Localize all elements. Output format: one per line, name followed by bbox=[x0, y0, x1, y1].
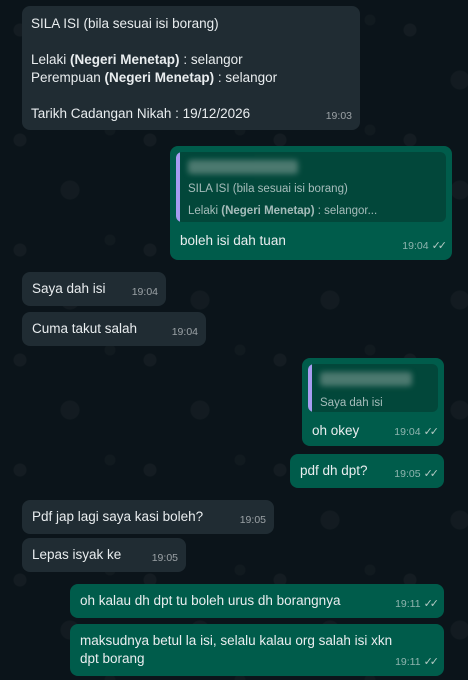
quoted-message[interactable]: Saya dah isi bbox=[308, 364, 438, 412]
message-time: 19:05 bbox=[151, 552, 178, 564]
message-time: 19:05 ✓✓ bbox=[394, 468, 440, 480]
message-time: 19:04 bbox=[131, 286, 158, 298]
message-text: Lelaki (Negeri Menetap) : selangor bbox=[31, 52, 243, 67]
message-incoming[interactable]: Lepas isyak ke 19:05 bbox=[22, 538, 186, 572]
message-text: oh kalau dh dpt tu boleh urus dh borangn… bbox=[80, 593, 341, 608]
message-incoming[interactable]: Saya dah isi 19:04 bbox=[22, 272, 166, 306]
message-text: Pdf jap lagi saya kasi boleh? bbox=[32, 509, 204, 524]
read-receipt-icon: ✓✓ bbox=[423, 426, 440, 438]
message-time: 19:11 ✓✓ bbox=[395, 598, 440, 610]
message-outgoing-reply[interactable]: Saya dah isi oh okey 19:04 ✓✓ bbox=[302, 358, 444, 446]
message-text: Cuma takut salah bbox=[32, 321, 138, 336]
message-text: Lepas isyak ke bbox=[32, 547, 122, 562]
quoted-message[interactable]: SILA ISI (bila sesuai isi borang) Lelaki… bbox=[176, 152, 446, 222]
blurred-sender-name bbox=[320, 372, 412, 386]
blurred-sender-name bbox=[188, 160, 298, 174]
message-outgoing-reply[interactable]: SILA ISI (bila sesuai isi borang) Lelaki… bbox=[170, 146, 452, 260]
message-text: dpt borang bbox=[80, 651, 145, 666]
message-text: boleh isi dah tuan bbox=[180, 233, 286, 248]
message-time: 19:04 bbox=[171, 326, 198, 338]
message-time: 19:11 ✓✓ bbox=[395, 656, 440, 668]
read-receipt-icon: ✓✓ bbox=[423, 598, 440, 610]
message-text: oh okey bbox=[312, 423, 360, 438]
message-time: 19:04 ✓✓ bbox=[402, 240, 448, 252]
message-outgoing[interactable]: maksudnya betul la isi, selalu kalau org… bbox=[70, 624, 444, 676]
message-time: 19:04 ✓✓ bbox=[394, 426, 440, 438]
quote-text: Lelaki (Negeri Menetap) : selangor... bbox=[188, 205, 378, 217]
message-outgoing[interactable]: pdf dh dpt? 19:05 ✓✓ bbox=[290, 454, 444, 488]
quote-text: SILA ISI (bila sesuai isi borang) bbox=[188, 183, 348, 195]
message-incoming[interactable]: Pdf jap lagi saya kasi boleh? 19:05 bbox=[22, 500, 274, 534]
message-text: pdf dh dpt? bbox=[300, 463, 368, 478]
message-incoming-form[interactable]: SILA ISI (bila sesuai isi borang) Lelaki… bbox=[22, 6, 360, 130]
quote-bar bbox=[308, 364, 312, 412]
message-time: 19:05 bbox=[239, 514, 266, 526]
quote-text: Saya dah isi bbox=[320, 397, 383, 409]
message-time: 19:03 bbox=[325, 110, 352, 122]
message-incoming[interactable]: Cuma takut salah 19:04 bbox=[22, 312, 206, 346]
message-text: Perempuan (Negeri Menetap) : selangor bbox=[31, 70, 278, 85]
message-text: Tarikh Cadangan Nikah : 19/12/2026 bbox=[31, 106, 251, 121]
message-text: Saya dah isi bbox=[32, 281, 106, 296]
message-outgoing[interactable]: oh kalau dh dpt tu boleh urus dh borangn… bbox=[70, 584, 444, 618]
quote-bar bbox=[176, 152, 180, 222]
read-receipt-icon: ✓✓ bbox=[423, 468, 440, 480]
read-receipt-icon: ✓✓ bbox=[431, 240, 448, 252]
message-text: SILA ISI (bila sesuai isi borang) bbox=[31, 16, 219, 31]
message-text: maksudnya betul la isi, selalu kalau org… bbox=[80, 633, 393, 648]
read-receipt-icon: ✓✓ bbox=[423, 656, 440, 668]
